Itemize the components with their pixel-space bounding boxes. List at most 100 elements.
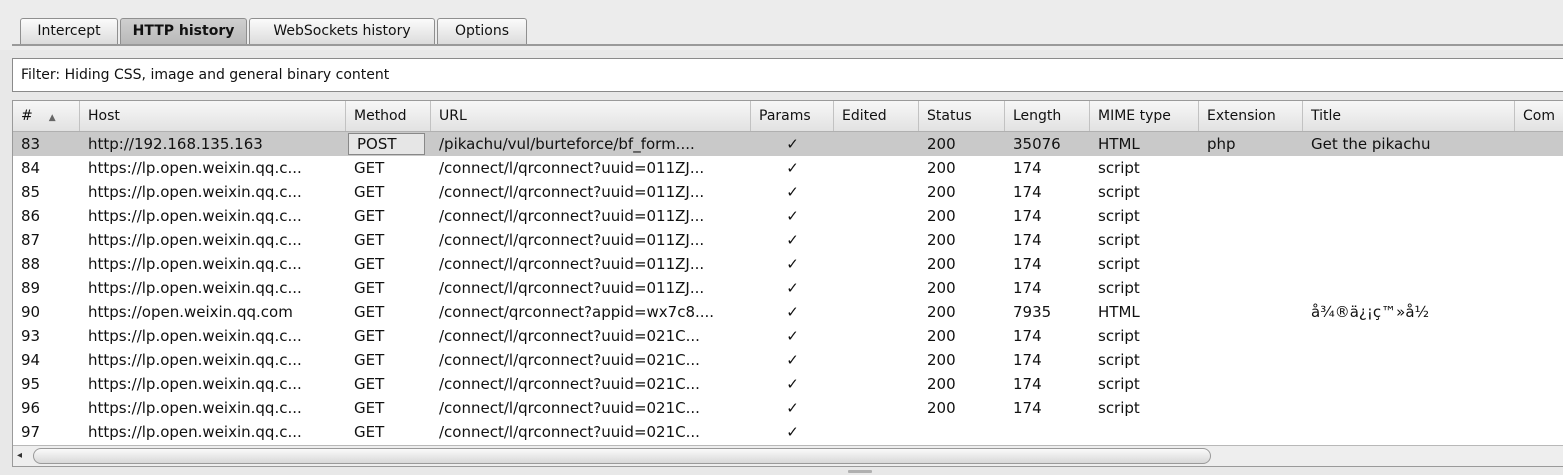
- cell-length: 174: [1013, 375, 1042, 393]
- cell-number: 93: [21, 327, 41, 345]
- cell-mime-type: script: [1098, 327, 1140, 345]
- tab-websockets-history[interactable]: WebSockets history: [249, 18, 435, 44]
- cell-edited: [834, 252, 919, 276]
- cell-number: 84: [21, 159, 41, 177]
- cell-params: ✓: [786, 183, 799, 201]
- sort-up-icon: ▲: [48, 113, 56, 123]
- column-header-number[interactable]: # ▲: [13, 101, 80, 131]
- cell-edited: [834, 300, 919, 324]
- cell-url: /connect/l/qrconnect?uuid=021C...: [439, 375, 700, 393]
- cell-status: 200: [927, 255, 956, 273]
- cell-method: GET: [354, 399, 385, 417]
- cell-edited: [834, 420, 919, 444]
- cell-host: https://lp.open.weixin.qq.c...: [88, 159, 302, 177]
- cell-method: GET: [354, 279, 385, 297]
- table-row[interactable]: 89 https://lp.open.weixin.qq.c... GET/conn…: [13, 276, 1563, 300]
- cell-status: [919, 420, 1005, 444]
- cell-params: ✓: [786, 327, 799, 345]
- table-row[interactable]: 94 https://lp.open.weixin.qq.c... GET/conn…: [13, 348, 1563, 372]
- cell-url: /connect/l/qrconnect?uuid=011ZJ...: [439, 255, 705, 273]
- column-header-status[interactable]: Status: [919, 101, 1005, 131]
- table-row[interactable]: 96 https://lp.open.weixin.qq.c... GET/conn…: [13, 396, 1563, 420]
- cell-host: https://lp.open.weixin.qq.c...: [88, 351, 302, 369]
- column-header-edited[interactable]: Edited: [834, 101, 919, 131]
- column-header-title[interactable]: Title: [1303, 101, 1515, 131]
- column-header-params[interactable]: Params: [751, 101, 834, 131]
- cell-params: ✓: [786, 399, 799, 417]
- cell-method: GET: [354, 423, 385, 441]
- cell-length: 174: [1013, 255, 1042, 273]
- table-row[interactable]: 83 http://192.168.135.163 POST/pikachu/vul…: [13, 132, 1563, 156]
- cell-method: GET: [354, 255, 385, 273]
- cell-params: ✓: [786, 159, 799, 177]
- cell-url: /connect/l/qrconnect?uuid=021C...: [439, 399, 700, 417]
- cell-host: https://lp.open.weixin.qq.c...: [88, 183, 302, 201]
- column-header-mime-type[interactable]: MIME type: [1090, 101, 1199, 131]
- split-pane-grip[interactable]: [848, 470, 872, 473]
- tab-bar: Intercept HTTP history WebSockets histor…: [0, 0, 1563, 50]
- cell-status: 200: [927, 159, 956, 177]
- filter-bar[interactable]: Filter: Hiding CSS, image and general bi…: [12, 58, 1563, 92]
- column-header-host[interactable]: Host: [80, 101, 346, 131]
- table-row[interactable]: 88 https://lp.open.weixin.qq.c... GET/conn…: [13, 252, 1563, 276]
- cell-status: 200: [927, 327, 956, 345]
- cell-mime-type: HTML: [1098, 303, 1140, 321]
- cell-extension: php: [1207, 135, 1236, 153]
- cell-edited: [834, 372, 919, 396]
- cell-url: /connect/l/qrconnect?uuid=011ZJ...: [439, 231, 705, 249]
- column-header-comment[interactable]: Com: [1515, 101, 1563, 131]
- cell-edited: [834, 204, 919, 228]
- column-header-url[interactable]: URL: [431, 101, 751, 131]
- cell-method: GET: [354, 183, 385, 201]
- cell-title: [1303, 204, 1515, 228]
- cell-number: 87: [21, 231, 41, 249]
- scrollbar-thumb[interactable]: [33, 448, 1211, 464]
- cell-host: https://lp.open.weixin.qq.c...: [88, 255, 302, 273]
- cell-length: 174: [1013, 231, 1042, 249]
- cell-title: [1303, 156, 1515, 180]
- cell-length: 174: [1013, 159, 1042, 177]
- table-row[interactable]: 93 https://lp.open.weixin.qq.c... GET/conn…: [13, 324, 1563, 348]
- cell-host: https://open.weixin.qq.com: [88, 303, 293, 321]
- cell-mime-type: script: [1098, 351, 1140, 369]
- table-row[interactable]: 87 https://lp.open.weixin.qq.c... GET/conn…: [13, 228, 1563, 252]
- horizontal-scrollbar[interactable]: ◂: [13, 445, 1563, 466]
- cell-number: 88: [21, 255, 41, 273]
- cell-length: 174: [1013, 207, 1042, 225]
- cell-method: GET: [354, 207, 385, 225]
- cell-number: 96: [21, 399, 41, 417]
- column-header-length[interactable]: Length: [1005, 101, 1090, 131]
- table-row[interactable]: 85 https://lp.open.weixin.qq.c... GET/conn…: [13, 180, 1563, 204]
- cell-title: [1303, 180, 1515, 204]
- tab-options[interactable]: Options: [437, 18, 527, 44]
- cell-extension: [1199, 252, 1303, 276]
- http-history-table: # ▲ Host Method URL Params Edited Status …: [12, 100, 1563, 467]
- table-row[interactable]: 84 https://lp.open.weixin.qq.c... GET/conn…: [13, 156, 1563, 180]
- cell-title: [1303, 396, 1515, 420]
- tab-http-history[interactable]: HTTP history: [120, 18, 247, 44]
- tab-intercept[interactable]: Intercept: [20, 18, 118, 44]
- column-header-number-label: #: [21, 108, 33, 124]
- cell-extension: [1199, 324, 1303, 348]
- cell-host: https://lp.open.weixin.qq.c...: [88, 207, 302, 225]
- cell-url: /pikachu/vul/burteforce/bf_form....: [439, 135, 695, 153]
- table-row[interactable]: 95 https://lp.open.weixin.qq.c... GET/conn…: [13, 372, 1563, 396]
- cell-url: /connect/l/qrconnect?uuid=011ZJ...: [439, 207, 705, 225]
- cell-length: [1005, 420, 1090, 444]
- cell-mime-type: script: [1098, 183, 1140, 201]
- cell-method: GET: [354, 351, 385, 369]
- cell-extension: [1199, 156, 1303, 180]
- cell-url: /connect/l/qrconnect?uuid=011ZJ...: [439, 159, 705, 177]
- column-header-method[interactable]: Method: [346, 101, 431, 131]
- cell-length: 35076: [1013, 135, 1061, 153]
- cell-length: 7935: [1013, 303, 1052, 321]
- cell-params: ✓: [786, 231, 799, 249]
- table-row[interactable]: 86 https://lp.open.weixin.qq.c... GET/conn…: [13, 204, 1563, 228]
- table-row[interactable]: 97 https://lp.open.weixin.qq.c... GET/conn…: [13, 420, 1563, 444]
- cell-title: [1303, 276, 1515, 300]
- cell-host: https://lp.open.weixin.qq.c...: [88, 375, 302, 393]
- cell-edited: [834, 180, 919, 204]
- table-row[interactable]: 90 https://open.weixin.qq.com GET/connect/…: [13, 300, 1563, 324]
- cell-title: [1303, 420, 1515, 444]
- column-header-extension[interactable]: Extension: [1199, 101, 1303, 131]
